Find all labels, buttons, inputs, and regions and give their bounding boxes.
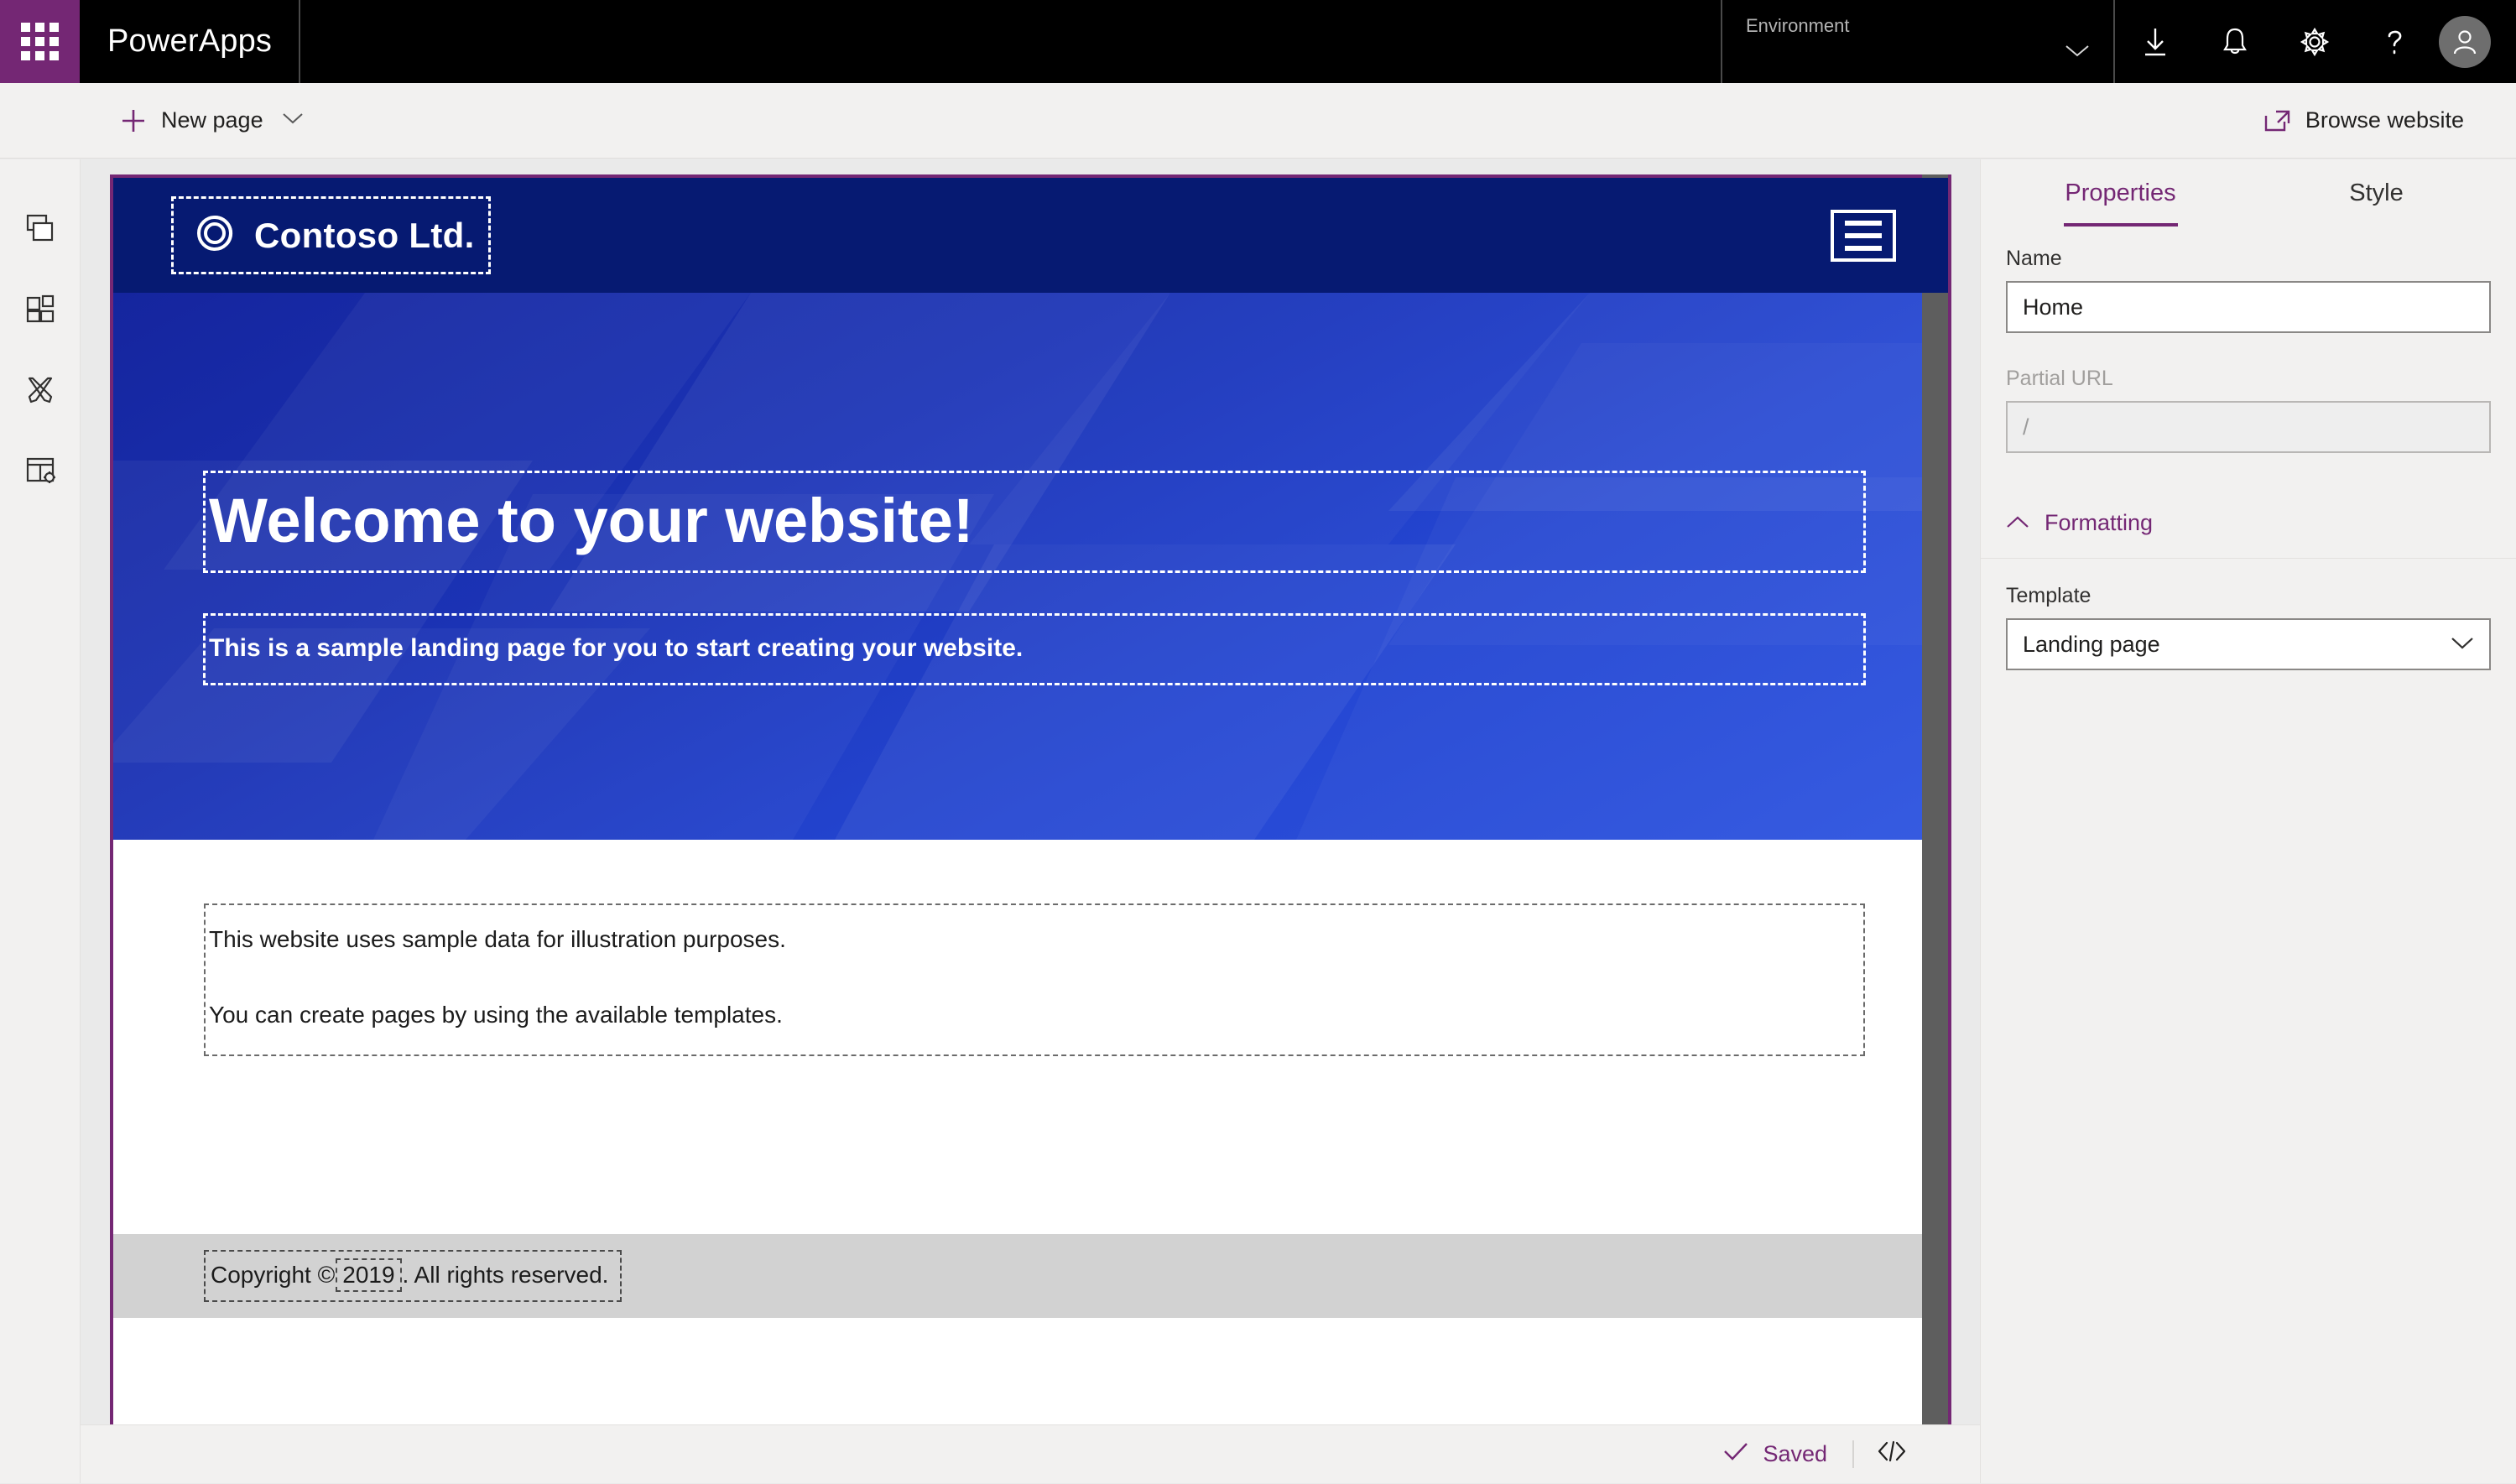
contoso-ring-logo-icon [192,211,237,260]
hero-title[interactable]: Welcome to your website! [206,473,1863,570]
template-field-label: Template [2006,584,2491,608]
sidebar-item-components[interactable] [0,270,81,351]
panel-fields: Name Partial URL [1981,227,2516,453]
help-question-icon[interactable] [2354,0,2434,83]
panel-tab-list: Properties Style [1981,159,2516,227]
checkmark-icon [1722,1440,1749,1468]
external-link-icon [2263,108,2292,133]
code-editor-button[interactable] [1854,1425,1930,1484]
name-field-group: Name [2006,247,2491,333]
command-bar: New page Browse website [0,83,2516,159]
command-bar-left: New page [0,94,315,148]
suite-bar: PowerApps Environment [0,0,2516,83]
save-status[interactable]: Saved [1722,1440,1854,1468]
download-icon[interactable] [2115,0,2195,83]
template-field-group: Template Landing page [2006,584,2491,670]
tab-properties[interactable]: Properties [1992,159,2248,227]
hero-content: Welcome to your website! This is a sampl… [113,293,1948,683]
pages-stack-icon [22,210,59,251]
partial-url-field-group: Partial URL [2006,367,2491,453]
table-gear-icon [22,451,59,492]
environment-label: Environment [1746,15,1850,37]
app-brand-title[interactable]: PowerApps [80,0,300,83]
formatting-section-label: Formatting [2045,510,2153,536]
site-logo-region[interactable]: Contoso Ltd. [174,199,488,272]
website-scroll-container: Contoso Ltd. [113,178,1948,1480]
template-select[interactable]: Landing page [2006,618,2491,670]
properties-panel: Properties Style Name Partial URL Format… [1980,159,2516,1483]
chevron-down-icon [2451,633,2474,655]
chevron-down-icon [282,111,304,130]
copyright-suffix: . All rights reserved. [403,1262,609,1289]
name-input[interactable] [2006,281,2491,333]
copyright-prefix: Copyright © [211,1262,335,1289]
website-body-section: This website uses sample data for illust… [113,840,1948,1234]
settings-gear-icon[interactable] [2274,0,2354,83]
formatting-fields: Template Landing page [1981,559,2516,670]
browse-website-button[interactable]: Browse website [2252,94,2476,148]
website-footer: Copyright © 2019 . All rights reserved. [113,1234,1948,1318]
suite-icon-group [2115,0,2516,83]
design-canvas-area: Contoso Ltd. [81,159,1980,1483]
sidebar-item-theme[interactable] [0,351,81,431]
app-launcher-waffle-icon[interactable] [0,0,80,83]
body-text-region[interactable]: This website uses sample data for illust… [206,905,1863,1054]
suite-bar-spacer [300,0,1721,83]
pencil-ruler-icon [22,371,59,412]
site-logo-text: Contoso Ltd. [254,216,475,256]
new-page-label: New page [161,107,263,133]
website-header: Contoso Ltd. [113,178,1948,293]
plus-icon [119,107,148,135]
formatting-section-header[interactable]: Formatting [1981,487,2516,559]
left-sidebar-rail [0,159,81,1483]
tab-style[interactable]: Style [2248,159,2504,227]
hamburger-menu-icon[interactable] [1831,210,1896,262]
partial-url-field-label: Partial URL [2006,367,2491,391]
save-status-label: Saved [1763,1441,1827,1467]
command-bar-right: Browse website [2252,94,2516,148]
components-grid-icon [22,290,59,331]
template-select-value: Landing page [2023,632,2160,658]
footer-copyright-region[interactable]: Copyright © 2019 . All rights reserved. [206,1252,620,1300]
name-field-label: Name [2006,247,2491,271]
website-preview-frame[interactable]: Contoso Ltd. [110,174,1951,1483]
sidebar-item-site-settings[interactable] [0,431,81,512]
partial-url-input [2006,401,2491,453]
chevron-up-icon [2006,510,2029,536]
new-page-button[interactable]: New page [107,94,315,148]
status-bar: Saved [81,1424,1980,1483]
browse-website-label: Browse website [2305,107,2464,133]
user-avatar[interactable] [2439,16,2491,68]
body-paragraph-2: You can create pages by using the availa… [209,999,1863,1031]
template-select-wrap: Landing page [2006,618,2491,670]
environment-picker[interactable]: Environment [1721,0,2115,83]
notification-bell-icon[interactable] [2195,0,2274,83]
website-hero-section: Welcome to your website! This is a sampl… [113,293,1948,840]
hero-subtitle[interactable]: This is a sample landing page for you to… [206,616,1863,683]
waffle-grid [21,23,59,60]
sidebar-item-pages[interactable] [0,190,81,270]
body-paragraph-1: This website uses sample data for illust… [209,924,1863,955]
chevron-down-icon [2065,39,2090,65]
copyright-year[interactable]: 2019 [337,1260,399,1290]
code-brackets-icon [1875,1440,1909,1470]
